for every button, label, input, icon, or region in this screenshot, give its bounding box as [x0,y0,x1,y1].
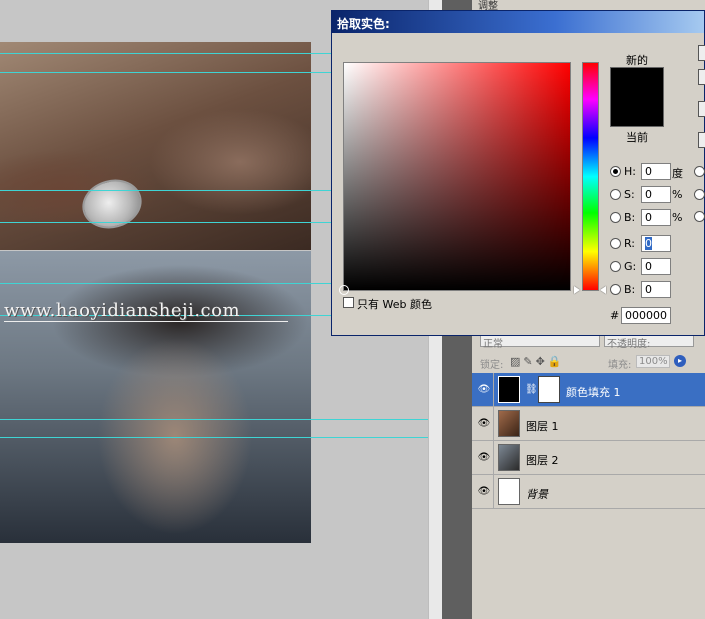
saturation-radio[interactable] [610,189,621,200]
color-picker-dialog: 拾取实色: 新的 当前 H: 0 度 S: 0 % B: 0 % R: 0 G: [331,10,705,336]
eye-icon[interactable]: 👁 [475,475,494,508]
cancel-button[interactable] [698,69,705,85]
guide-line[interactable] [0,222,335,223]
blue-label: B: [624,283,636,296]
layer-thumbnail [498,376,520,403]
new-color-label: 新的 [626,54,648,67]
guide-line[interactable] [0,437,428,438]
color-field-marker[interactable] [339,285,349,295]
blue-radio[interactable] [610,284,621,295]
hue-input[interactable]: 0 [641,163,671,180]
layer-row-color-fill[interactable]: 👁 ⛓ 颜色填充 1 [472,373,705,407]
hue-slider[interactable] [582,62,599,291]
red-input[interactable]: 0 [641,235,671,252]
web-only-checkbox[interactable] [343,297,354,308]
hue-slider-right-arrow-icon[interactable] [600,286,606,294]
layer-name: 图层 1 [526,420,559,433]
layer-thumbnail [498,478,520,505]
watermark-text: www.haoyidiansheji.com [4,300,241,321]
fill-arrow-icon[interactable]: ▸ [674,355,686,367]
hex-input[interactable]: 000000 [621,307,671,324]
watermark-underline [4,321,288,322]
fill-label: 填充: [608,360,632,371]
layer-thumbnail [498,444,520,471]
guide-line[interactable] [0,72,335,73]
guide-line[interactable] [0,190,335,191]
guide-line[interactable] [0,53,335,54]
hue-radio[interactable] [610,166,621,177]
photo-woman-with-watch [0,42,311,250]
add-to-swatches-button[interactable] [698,101,705,117]
saturation-input[interactable]: 0 [641,186,671,203]
ok-button[interactable] [698,45,705,61]
green-input[interactable]: 0 [641,258,671,275]
lab-l-radio[interactable] [694,166,705,177]
saturation-unit: % [672,188,683,201]
green-radio[interactable] [610,261,621,272]
brightness-radio[interactable] [610,212,621,223]
layer-row-layer1[interactable]: 👁 图层 1 [472,407,705,441]
layer-name: 背景 [526,488,548,501]
dialog-titlebar[interactable]: 拾取实色: [332,11,704,33]
blue-input[interactable]: 0 [641,281,671,298]
red-input-value: 0 [645,237,652,250]
layer-thumbnail [498,410,520,437]
lock-label: 锁定: [480,360,504,371]
lab-a-radio[interactable] [694,189,705,200]
eye-icon[interactable]: 👁 [475,373,494,406]
layer-name: 颜色填充 1 [566,386,621,399]
red-label: R: [624,237,636,250]
lock-icons[interactable]: ▨✎✥🔒 [510,355,565,368]
green-label: G: [624,260,637,273]
dialog-title: 拾取实色: [337,17,390,31]
photo-man-portrait [0,251,311,543]
color-field[interactable] [339,62,571,295]
color-swatch [610,67,664,127]
layers-panel: 正常 不透明度: 锁定: ▨✎✥🔒 填充: 100% ▸ 👁 ⛓ 颜色填充 1 … [472,332,705,619]
layer-row-layer2[interactable]: 👁 图层 2 [472,441,705,475]
layer-mask-thumbnail[interactable] [538,376,560,403]
red-radio[interactable] [610,238,621,249]
lab-b-radio[interactable] [694,211,705,222]
brightness-unit: % [672,211,683,224]
color-libraries-button[interactable] [698,132,705,148]
current-color-label: 当前 [626,131,648,144]
hue-unit: 度 [672,167,683,180]
brightness-label: B: [624,211,636,224]
saturation-label: S: [624,188,635,201]
guide-line[interactable] [0,283,335,284]
lock-row: 锁定: ▨✎✥🔒 填充: 100% ▸ [472,352,705,372]
hex-label: # [610,309,620,322]
fill-input[interactable]: 100% [636,355,670,368]
hue-label: H: [624,165,636,178]
brightness-input[interactable]: 0 [641,209,671,226]
eye-icon[interactable]: 👁 [475,407,494,440]
web-only-label: 只有 Web 颜色 [357,298,432,311]
watch-image [76,173,148,235]
layer-row-background[interactable]: 👁 背景 [472,475,705,509]
layer-name: 图层 2 [526,454,559,467]
hue-slider-left-arrow-icon[interactable] [574,286,580,294]
adjustments-panel-tab[interactable]: 调整 [472,0,705,12]
guide-line[interactable] [0,419,428,420]
chain-link-icon[interactable]: ⛓ [525,384,538,395]
eye-icon[interactable]: 👁 [475,441,494,474]
